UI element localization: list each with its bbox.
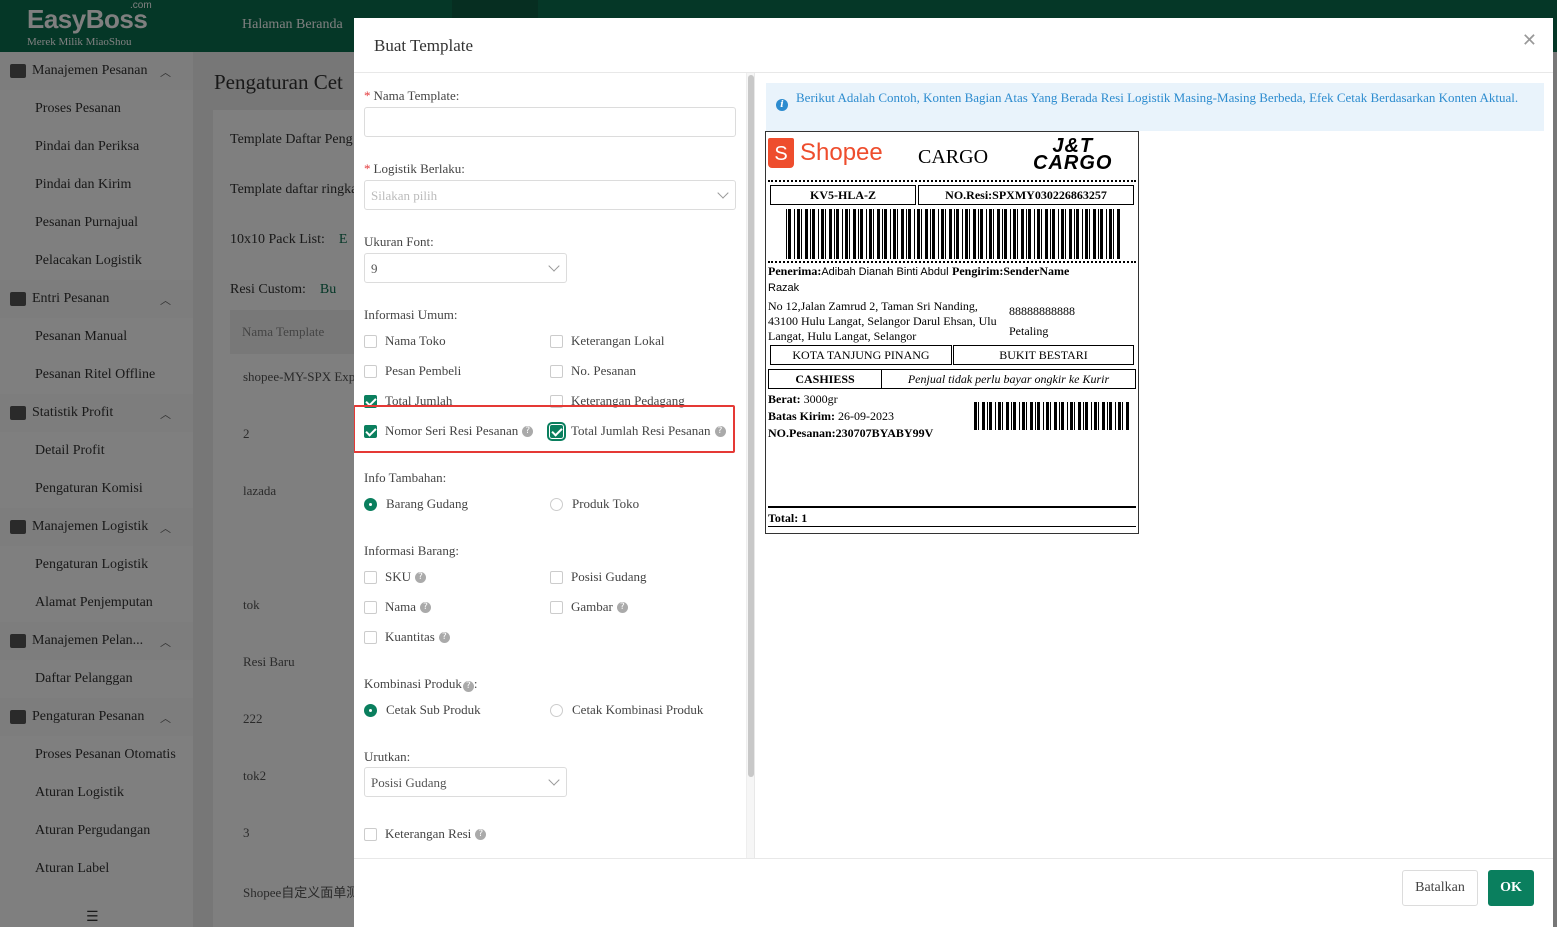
- checkbox-local-note[interactable]: Keterangan Lokal: [550, 333, 664, 349]
- radio-store-product[interactable]: Produk Toko: [550, 496, 639, 512]
- chevron-down-icon: [548, 774, 560, 786]
- city-cell: KOTA TANJUNG PINANG: [770, 345, 952, 365]
- divider: [768, 261, 1136, 263]
- chevron-down-icon: [717, 187, 729, 199]
- logistics-label: * Logistik Berlaku:: [364, 161, 465, 176]
- shopee-logo: S Shopee: [768, 138, 883, 168]
- general-info-label: Informasi Umum:: [364, 307, 458, 322]
- ok-button[interactable]: OK: [1488, 870, 1534, 906]
- create-template-modal: Buat Template ✕ * Nama Template: * Logisti…: [354, 18, 1553, 927]
- divider: [768, 526, 1136, 527]
- info-icon: i: [776, 99, 788, 111]
- payment-note: Penjual tidak perlu bayar ongkir ke Kuri…: [881, 369, 1136, 389]
- address: No 12,Jalan Zamrud 2, Taman Sri Nanding,…: [768, 299, 997, 343]
- district: Petaling: [1009, 324, 1049, 338]
- shopee-bag-icon: S: [768, 138, 794, 168]
- help-icon[interactable]: ?: [415, 571, 427, 583]
- checkbox-order-number[interactable]: No. Pesanan: [550, 363, 636, 379]
- help-icon[interactable]: ?: [462, 681, 474, 692]
- help-icon[interactable]: ?: [438, 631, 450, 643]
- font-size-select[interactable]: 9: [364, 253, 567, 283]
- checkbox-store-name[interactable]: Nama Toko: [364, 333, 446, 349]
- sort-label: Urutkan:: [364, 749, 411, 764]
- resi-number: NO.Resi:SPXMY030226863257: [918, 185, 1134, 205]
- sender: Pengirim:SenderName: [952, 264, 1070, 278]
- ship-deadline: Batas Kirim: 26-09-2023: [768, 409, 894, 423]
- label-preview: S Shopee CARGO J&T CARGO KV5-HLA-Z NO.Res…: [765, 131, 1139, 534]
- modal-title: Buat Template: [374, 36, 474, 55]
- help-icon[interactable]: ?: [522, 425, 534, 437]
- modal-footer: Batalkan OK: [354, 858, 1553, 927]
- radio-warehouse-item[interactable]: Barang Gudang: [364, 496, 468, 512]
- help-icon[interactable]: ?: [475, 828, 487, 840]
- template-name-label: * Nama Template:: [364, 88, 460, 103]
- radio-combo-product[interactable]: Cetak Kombinasi Produk: [550, 702, 703, 718]
- help-icon[interactable]: ?: [714, 425, 726, 437]
- order-number: NO.Pesanan:230707BYABY99V: [768, 426, 934, 440]
- radio-sub-product[interactable]: Cetak Sub Produk: [364, 702, 481, 718]
- form-scrollbar[interactable]: [746, 73, 754, 858]
- close-icon[interactable]: ✕: [1522, 30, 1537, 51]
- checkbox-sku[interactable]: SKU?: [364, 569, 427, 585]
- checkbox-resi-serial[interactable]: Nomor Seri Resi Pesanan?: [364, 423, 534, 439]
- help-icon[interactable]: ?: [420, 601, 432, 613]
- template-name-input[interactable]: [364, 107, 736, 137]
- sort-select[interactable]: Posisi Gudang: [364, 767, 567, 797]
- item-info-label: Informasi Barang:: [364, 543, 459, 558]
- divider: [768, 180, 1136, 182]
- checkbox-quantity[interactable]: Kuantitas?: [364, 629, 450, 645]
- checkbox-buyer-message[interactable]: Pesan Pembeli: [364, 363, 461, 379]
- extra-info-label: Info Tambahan:: [364, 470, 447, 485]
- total-count: Total: 1: [768, 511, 808, 525]
- sort-code: KV5-HLA-Z: [770, 185, 916, 205]
- barcode-main: [786, 209, 1122, 259]
- chevron-down-icon: [548, 260, 560, 272]
- cancel-button[interactable]: Batalkan: [1402, 870, 1478, 906]
- payment-cell: CASHIESS: [768, 369, 882, 389]
- weight: Berat: 3000gr: [768, 392, 838, 406]
- jt-cargo-logo: J&T CARGO: [1033, 135, 1113, 174]
- checkbox-resi-note[interactable]: Keterangan Resi?: [364, 826, 487, 842]
- form-pane: * Nama Template: * Logistik Berlaku: Silak…: [354, 73, 754, 858]
- city-cell: BUKIT BESTARI: [953, 345, 1134, 365]
- divider: [768, 506, 1136, 508]
- font-size-label: Ukuran Font:: [364, 234, 434, 249]
- help-icon[interactable]: ?: [616, 601, 628, 613]
- checkbox-image[interactable]: Gambar?: [550, 599, 628, 615]
- combo-label: Kombinasi Produk?:: [364, 676, 478, 692]
- modal-header: Buat Template ✕: [354, 18, 1553, 73]
- logistics-select[interactable]: Silakan pilih: [364, 180, 736, 210]
- checkbox-resi-total[interactable]: Total Jumlah Resi Pesanan?: [547, 421, 726, 441]
- pane-divider: [754, 73, 755, 858]
- barcode-order: [974, 402, 1134, 430]
- cargo-title: CARGO: [918, 146, 989, 168]
- recipient: Penerima:Adibah Dianah Binti Abdul Razak: [768, 264, 949, 294]
- info-notice: i Berikut Adalah Contoh, Konten Bagian At…: [766, 83, 1544, 131]
- checkbox-name[interactable]: Nama?: [364, 599, 432, 615]
- checkbox-warehouse-position[interactable]: Posisi Gudang: [550, 569, 646, 585]
- phone: 88888888888: [1009, 304, 1075, 318]
